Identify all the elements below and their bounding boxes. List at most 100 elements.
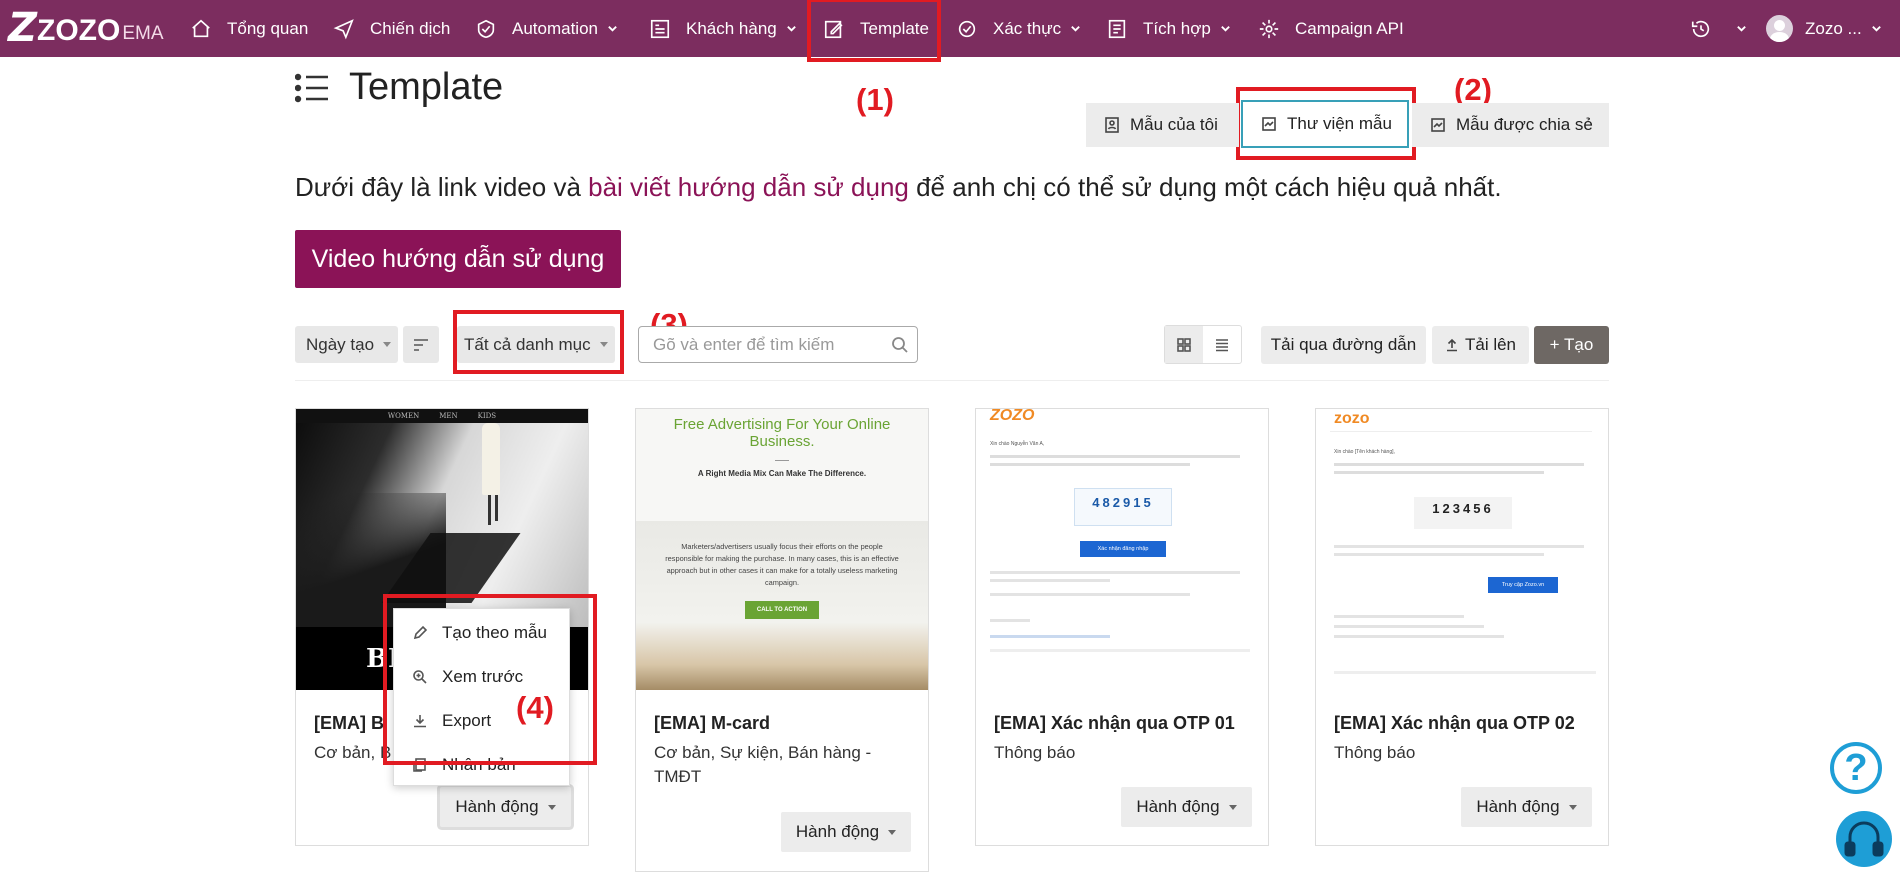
guide-article-link[interactable]: bài viết hướng dẫn sử dụng [588, 172, 909, 202]
category-label: Tất cả danh mục [464, 334, 591, 354]
nav-item-campaign-api[interactable]: Campaign API [1258, 0, 1404, 57]
card-2-action-button[interactable]: Hành động [781, 812, 911, 852]
shared-template-icon [1431, 118, 1445, 132]
thumb-logo: zozo [1334, 410, 1370, 427]
send-icon [333, 18, 354, 39]
template-thumbnail[interactable]: Free Advertising For Your Online Busines… [636, 409, 928, 690]
logo-mark: Z [8, 5, 37, 51]
card-tags-line: TMĐT [654, 767, 702, 786]
thumb-nav-item: MEN [439, 412, 458, 420]
chevron-down-icon [608, 26, 617, 32]
help-button[interactable]: ? [1830, 742, 1882, 794]
automation-icon [477, 19, 495, 38]
tab-mau-duoc-chia-se[interactable]: Mẫu được chia sẻ [1412, 103, 1609, 147]
chat-support-button[interactable] [1836, 811, 1892, 867]
tab-label: Thư viện mẫu [1287, 114, 1392, 133]
thumb-body-line: Marketers/advertisers usually focus thei… [681, 542, 883, 551]
user-template-icon [1105, 117, 1119, 133]
page-title: Template [295, 66, 503, 109]
thumb-otp-box: 123456 [1414, 497, 1512, 529]
card-tags: Thông báo [994, 743, 1076, 762]
thumb-body-line: responsible for making the purchase. In … [665, 554, 899, 563]
load-from-url-button[interactable]: Tải qua đường dẫn [1261, 326, 1426, 364]
thumb-logo: ZOZO [990, 409, 1035, 424]
video-guide-button[interactable]: Video hướng dẫn sử dụng [295, 230, 621, 288]
list-view-button[interactable] [1203, 326, 1241, 363]
template-thumbnail[interactable]: ZOZO Xin chào Nguyễn Văn A, 482915 Xác n… [976, 409, 1268, 690]
nav-item-khach-hang[interactable]: Khách hàng [649, 0, 797, 57]
sort-select[interactable]: Ngày tạo [295, 326, 398, 363]
tab-label: Mẫu được chia sẻ [1456, 115, 1593, 134]
nav-item-tich-hop[interactable]: Tích hợp [1106, 0, 1231, 57]
nav-label: Khách hàng [686, 18, 777, 38]
thumb-header: Free Advertising For Your Online Busines… [636, 409, 928, 521]
chevron-down-icon [1221, 26, 1230, 32]
home-icon [192, 19, 210, 37]
card-title[interactable]: [EMA] Xác nhận qua OTP 02 [1316, 713, 1608, 734]
chevron-down-icon [1071, 26, 1080, 32]
create-button[interactable]: + Tạo [1534, 326, 1609, 364]
list-icon [295, 73, 328, 102]
nav-item-automation[interactable]: Automation [475, 0, 618, 57]
chevron-down-icon [1737, 26, 1746, 32]
user-name: Zozo ... [1805, 18, 1862, 38]
customers-icon [650, 19, 670, 38]
tab-mau-cua-toi[interactable]: Mẫu của tôi [1086, 103, 1239, 147]
nav-item-chien-dich[interactable]: Chiến dịch [333, 0, 450, 57]
thumb-headline: Free Advertising For Your Online [673, 416, 891, 433]
action-label: Hành động [1476, 797, 1560, 816]
card-tags-line: Cơ bản, Sự kiện, Bán hàng - [654, 743, 872, 762]
verify-icon [958, 20, 976, 37]
intro-text: Dưới đây là link video và bài viết hướng… [295, 172, 1502, 203]
view-toggle [1164, 325, 1242, 364]
card-4-action-button[interactable]: Hành động [1461, 787, 1592, 827]
search-placeholder: Gõ và enter để tìm kiếm [653, 334, 835, 354]
thumb-visit-button: Truy cập Zozo.vn [1488, 577, 1558, 593]
upload-button[interactable]: Tải lên [1432, 326, 1529, 364]
chevron-down-icon [1871, 26, 1881, 32]
list-lines-icon [1216, 338, 1228, 351]
top-navigation-bar: Z ZOZO EMA Tổng quan Chiến dịch Automati… [0, 0, 1900, 57]
user-menu[interactable]: Zozo ... [1766, 0, 1882, 57]
integration-icon [1108, 19, 1126, 38]
category-select[interactable]: Tất cả danh mục [457, 326, 615, 363]
zozo-ema-logo[interactable]: Z ZOZO EMA [8, 8, 164, 48]
caret-down-icon [888, 829, 897, 835]
thumb-nav-item: WOMEN [387, 412, 420, 420]
nav-label: Chiến dịch [370, 18, 451, 38]
nav-item-tong-quan[interactable]: Tổng quan [190, 0, 308, 57]
thumb-body: Marketers/advertisers usually focus thei… [636, 521, 928, 690]
card-title[interactable]: [EMA] Xác nhận qua OTP 01 [976, 713, 1268, 734]
template-card-4[interactable]: zozo Xin chào [Tên khách hàng], 123456 T… [1315, 408, 1609, 846]
thumb-headline: Business. [749, 433, 815, 450]
card-title[interactable]: [EMA] M-card [636, 713, 928, 734]
card-1-action-button[interactable]: Hành động [440, 787, 571, 827]
sort-lines-icon [414, 338, 428, 351]
nav-label: Tổng quan [227, 18, 309, 38]
search-input[interactable]: Gõ và enter để tìm kiếm [638, 326, 918, 363]
library-icon [1262, 117, 1276, 131]
thumb-cta: CALL TO ACTION [744, 601, 820, 619]
nav-label: Automation [512, 18, 598, 38]
divider [295, 380, 1609, 381]
thumb-nav-item: KIDS [477, 412, 497, 420]
thumb-body-line: campaign. [764, 578, 800, 587]
nav-item-xac-thuc[interactable]: Xác thực [956, 0, 1081, 57]
search-icon [892, 337, 908, 353]
template-card-3[interactable]: ZOZO Xin chào Nguyễn Văn A, 482915 Xác n… [975, 408, 1269, 846]
template-thumbnail[interactable]: zozo Xin chào [Tên khách hàng], 123456 T… [1316, 409, 1608, 690]
annotation-box-4 [383, 594, 597, 765]
tab-thu-vien-mau[interactable]: Thư viện mẫu [1241, 100, 1409, 148]
thumb-nav: WOMEN MEN KIDS [296, 409, 588, 423]
grid-view-button[interactable] [1165, 326, 1203, 363]
template-card-2[interactable]: Free Advertising For Your Online Busines… [635, 408, 929, 872]
sort-order-button[interactable] [403, 326, 439, 363]
grid-icon [1177, 337, 1191, 352]
nav-label: Campaign API [1295, 18, 1404, 38]
card-3-action-button[interactable]: Hành động [1121, 787, 1252, 827]
caret-down-icon [1568, 804, 1577, 810]
history-menu[interactable] [1690, 0, 1747, 57]
sort-label: Ngày tạo [306, 334, 375, 354]
thumb-body-line: approach but in other cases it can make … [666, 566, 898, 575]
thumb-otp-box: 482915 [1074, 488, 1172, 526]
